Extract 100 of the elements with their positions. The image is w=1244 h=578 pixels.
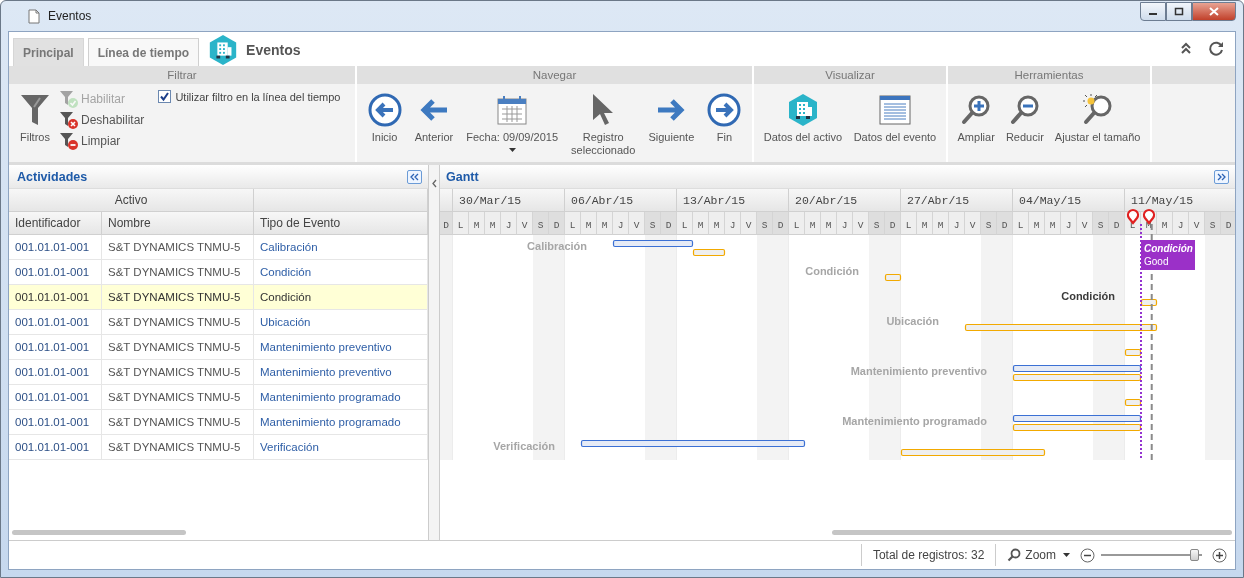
filter-icon (59, 132, 79, 150)
column-header[interactable]: Identificador (9, 212, 102, 235)
day-header: J (949, 212, 965, 235)
zoom-in-button[interactable] (1212, 547, 1227, 563)
arrow-right-icon (656, 97, 687, 123)
maximize-button[interactable] (1166, 2, 1192, 21)
circle-arrow-right-icon (707, 93, 742, 127)
event-data-button[interactable]: Datos del evento (850, 90, 940, 146)
planned-bar[interactable] (580, 439, 806, 448)
slider-thumb[interactable] (1189, 549, 1199, 561)
in-circle-icon (1212, 547, 1227, 563)
bar-label: Condición (1061, 290, 1115, 302)
bar-label: Ubicación (886, 315, 939, 327)
maximize-icon (1174, 7, 1184, 16)
date-button[interactable]: Fecha: 09/09/2015 (463, 90, 561, 154)
filters-button[interactable]: Filtros (17, 90, 53, 146)
disable-filter-button[interactable]: Deshabilitar (59, 111, 145, 129)
page-title: Eventos (246, 42, 301, 58)
last-button[interactable]: Fin (704, 90, 745, 146)
double-chevron-left-icon (410, 172, 419, 181)
column-header[interactable]: Tipo de Evento (254, 212, 428, 235)
day-header: M (581, 212, 597, 235)
tooltip-text: Good (1144, 255, 1170, 268)
first-button[interactable]: Inicio (364, 90, 405, 146)
zoom-dropdown[interactable]: Zoom (1007, 548, 1070, 562)
close-button[interactable] (1192, 2, 1236, 21)
table-cell: S&T DYNAMICS TNMU-5 (102, 385, 254, 410)
day-header: S (533, 212, 549, 235)
table-cell: Verificación (254, 435, 428, 460)
day-header: D (440, 212, 453, 235)
day-header: S (757, 212, 773, 235)
record-count: Total de registros: 32 (872, 548, 985, 562)
table-cell: Calibración (254, 235, 428, 260)
expand-panel-button[interactable] (1214, 169, 1229, 184)
day-header: V (1189, 212, 1205, 235)
day-header: D (549, 212, 565, 235)
day-header: M (821, 212, 837, 235)
day-header: M (805, 212, 821, 235)
table-cell: S&T DYNAMICS TNMU-5 (102, 360, 254, 385)
day-header: S (1093, 212, 1109, 235)
day-header: M (1045, 212, 1061, 235)
planned-bar[interactable] (612, 239, 694, 248)
day-header: M (597, 212, 613, 235)
column-header[interactable]: Nombre (102, 212, 254, 235)
tab[interactable]: Línea de tiempo (87, 38, 200, 66)
day-header: L (453, 212, 469, 235)
checkbox[interactable] (158, 90, 172, 103)
previous-button[interactable]: Anterior (411, 90, 457, 146)
collapse-panel-button[interactable] (407, 169, 422, 184)
filter-icon (59, 111, 79, 129)
table-cell: 001.01.01-001 (9, 235, 102, 260)
day-header: M (1157, 212, 1173, 235)
selected-record-button[interactable]: Registro seleccionado (568, 90, 639, 159)
calendar-icon (496, 94, 529, 126)
scrollbar-thumb[interactable] (832, 530, 1232, 535)
table-cell: S&T DYNAMICS TNMU-5 (102, 410, 254, 435)
day-header: M (469, 212, 485, 235)
day-header: J (501, 212, 517, 235)
search-icon (1007, 548, 1022, 562)
table-cell: 001.01.01-001 (9, 410, 102, 435)
planned-bar[interactable] (1012, 364, 1142, 373)
day-header: L (901, 212, 917, 235)
scrollbar-thumb[interactable] (12, 530, 186, 535)
day-header: L (677, 212, 693, 235)
table-cell: 001.01.01-001 (9, 385, 102, 410)
day-header: M (709, 212, 725, 235)
panel-title: Actividades (17, 169, 88, 184)
day-header: V (517, 212, 533, 235)
zoom-in-button[interactable]: Ampliar (954, 90, 998, 146)
day-header: L (789, 212, 805, 235)
checkbox-label: Utilizar filtro en la línea del tiempo (175, 90, 341, 103)
table-cell: Ubicación (254, 310, 428, 335)
splitter-handle[interactable] (431, 178, 437, 188)
actual-bar[interactable] (1124, 398, 1142, 407)
day-header: S (869, 212, 885, 235)
bar-label: Verificación (493, 440, 555, 452)
zoom-slider[interactable] (1101, 549, 1202, 561)
table-cell: 001.01.01-001 (9, 285, 102, 310)
actual-bar[interactable] (1140, 298, 1158, 307)
day-header: V (853, 212, 869, 235)
actual-bar[interactable] (1124, 348, 1142, 357)
next-button[interactable]: Siguiente (645, 90, 698, 146)
table-cell: S&T DYNAMICS TNMU-5 (102, 435, 254, 460)
asset-data-button[interactable]: Datos del activo (760, 90, 846, 146)
table-cell: S&T DYNAMICS TNMU-5 (102, 235, 254, 260)
table-cell: 001.01.01-001 (9, 335, 102, 360)
clear-filter-button[interactable]: Limpiar (59, 132, 145, 150)
fit-size-button[interactable]: Ajustar el tamaño (1051, 90, 1144, 146)
zoom-out-button[interactable] (1080, 547, 1095, 563)
filter-icon (20, 93, 50, 127)
table-cell: 001.01.01-001 (9, 310, 102, 335)
minimize-button[interactable] (1140, 2, 1166, 21)
day-header: M (485, 212, 501, 235)
planned-bar[interactable] (1012, 414, 1142, 423)
day-header: D (661, 212, 677, 235)
table-cell: S&T DYNAMICS TNMU-5 (102, 285, 254, 310)
day-header: S (645, 212, 661, 235)
day-header: D (773, 212, 789, 235)
zoom-out-button[interactable]: Reducir (1002, 90, 1047, 146)
group-header: Visualizar (754, 66, 946, 84)
